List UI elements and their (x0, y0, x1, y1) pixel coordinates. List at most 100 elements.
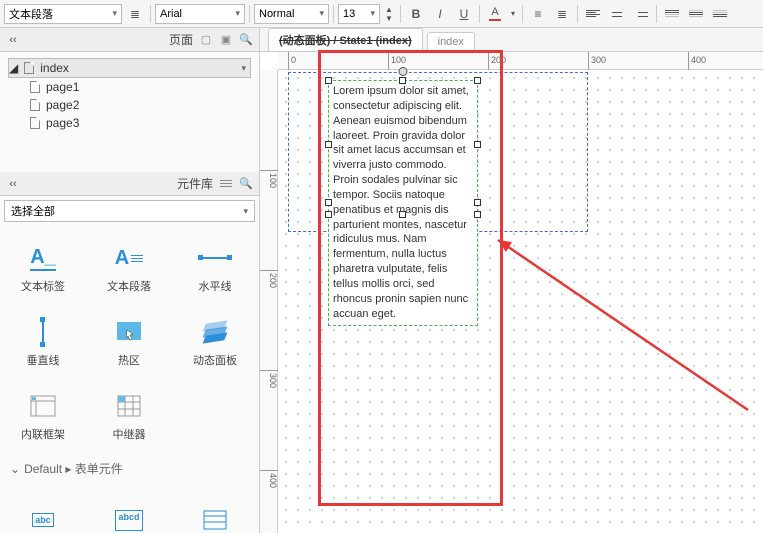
page-icon (30, 117, 40, 129)
ruler-tick: 200 (488, 52, 506, 70)
page-label: page1 (46, 80, 79, 94)
handle-sw[interactable] (325, 211, 332, 218)
pages-panel-title: 页面 (20, 31, 199, 48)
style-select[interactable]: 文本段落 (4, 4, 122, 24)
page-item-index[interactable]: ◢ index (8, 58, 251, 78)
bullet-list-button[interactable]: ≡ (527, 4, 549, 24)
handle-nw[interactable] (325, 77, 332, 84)
canvas-area: (动态面板) / State1 (index) index 0 100 200 … (260, 28, 763, 533)
widget-dynamic-panel[interactable]: 动态面板 (172, 306, 258, 380)
page-icon (30, 81, 40, 93)
text-paragraph-element[interactable]: Lorem ipsum dolor sit amet, consectetur … (328, 80, 478, 326)
valign-middle-button[interactable] (685, 4, 707, 24)
widget-label: 动态面板 (193, 352, 237, 368)
page-label: page2 (46, 98, 79, 112)
ruler-vertical: 100 200 300 400 (260, 70, 278, 533)
widget-vertical-line[interactable]: 垂直线 (0, 306, 86, 380)
handle-w2[interactable] (325, 141, 332, 148)
ruler-tick: 0 (288, 52, 296, 70)
align-right-button[interactable] (630, 4, 652, 24)
widget-list: A_文本标签 A文本段落 水平线 垂直线 热区 动态面板 内联框架 中继器 ⌄ D… (0, 226, 259, 533)
italic-button[interactable]: I (429, 4, 451, 24)
text-color-button[interactable]: A (484, 4, 506, 24)
font-size-select[interactable]: 13 (338, 4, 380, 24)
align-center-button[interactable] (606, 4, 628, 24)
left-sidebar: ‹‹ 页面 ▢ ▣ 🔍 ◢ index page1 page2 page3 ‹‹ … (0, 28, 260, 533)
widget-label: 内联框架 (21, 426, 65, 442)
tab-bar: (动态面板) / State1 (index) index (260, 28, 763, 52)
widget-empty (172, 380, 258, 454)
ruler-tick: 200 (260, 270, 278, 288)
text-color-dropdown-icon[interactable]: ▾ (508, 4, 518, 24)
category-header[interactable]: ⌄ Default ▸ 表单元件 (0, 454, 259, 483)
menu-icon[interactable] (219, 177, 233, 191)
size-up-icon[interactable]: ▲▼ (382, 4, 396, 24)
handle-se[interactable] (474, 211, 481, 218)
widget-label: 热区 (118, 352, 140, 368)
widget-repeater[interactable]: 中继器 (86, 380, 172, 454)
tab-active[interactable]: (动态面板) / State1 (index) (268, 28, 423, 51)
widget-label: 文本标签 (21, 278, 65, 294)
underline-button[interactable]: U (453, 4, 475, 24)
font-select[interactable]: Arial (155, 4, 245, 24)
valign-bottom-button[interactable] (709, 4, 731, 24)
page-label: page3 (46, 116, 79, 130)
collapse-icon[interactable]: ‹‹ (6, 177, 20, 191)
category-label: Default ▸ 表单元件 (24, 460, 123, 477)
widget-text-paragraph[interactable]: A文本段落 (86, 232, 172, 306)
unknown-tool-icon[interactable]: ≣ (124, 4, 146, 24)
page-label: index (40, 61, 69, 75)
number-list-button[interactable]: ≣ (551, 4, 573, 24)
library-panel-header: ‹‹ 元件库 🔍 (0, 172, 259, 196)
chevron-down-icon: ⌄ (10, 462, 20, 476)
collapse-icon[interactable]: ‹‹ (6, 33, 20, 47)
page-icon (24, 62, 34, 74)
handle-s[interactable] (399, 211, 406, 218)
canvas-stage[interactable]: Lorem ipsum dolor sit amet, consectetur … (278, 70, 763, 533)
font-weight-select[interactable]: Normal (254, 4, 329, 24)
bold-button[interactable]: B (405, 4, 427, 24)
handle-e[interactable] (474, 199, 481, 206)
expander-icon[interactable]: ◢ (9, 61, 18, 75)
search-library-icon[interactable]: 🔍 (239, 177, 253, 191)
widget-horizontal-line[interactable]: 水平线 (172, 232, 258, 306)
library-select[interactable]: 选择全部 (4, 200, 255, 222)
ruler-tick: 400 (260, 470, 278, 488)
widget-iframe[interactable]: 内联框架 (0, 380, 86, 454)
add-page-icon[interactable]: ▢ (199, 33, 213, 47)
valign-top-button[interactable] (661, 4, 683, 24)
page-item-page2[interactable]: page2 (8, 96, 251, 114)
widget-label: 垂直线 (27, 352, 60, 368)
add-folder-icon[interactable]: ▣ (219, 33, 233, 47)
ruler-tick: 300 (260, 370, 278, 388)
page-item-page1[interactable]: page1 (8, 78, 251, 96)
text-content[interactable]: Lorem ipsum dolor sit amet, consectetur … (329, 81, 477, 325)
page-icon (30, 99, 40, 111)
ruler-horizontal: 0 100 200 300 400 (278, 52, 763, 70)
ruler-tick: 400 (688, 52, 706, 70)
tab-index[interactable]: index (427, 32, 475, 51)
handle-n[interactable] (399, 77, 406, 84)
top-toolbar: 文本段落 ≣ Arial Normal 13 ▲▼ B I U A ▾ ≡ ≣ (0, 0, 763, 28)
library-panel-title: 元件库 (20, 175, 219, 192)
rotation-handle[interactable] (399, 67, 408, 76)
page-item-page3[interactable]: page3 (8, 114, 251, 132)
widget-label: 文本段落 (107, 278, 151, 294)
align-left-button[interactable] (582, 4, 604, 24)
widget-label: 水平线 (199, 278, 232, 294)
page-tree: ◢ index page1 page2 page3 (0, 52, 259, 172)
handle-e2[interactable] (474, 141, 481, 148)
widget-table[interactable] (172, 483, 258, 533)
widget-textfield[interactable]: abc (0, 483, 86, 533)
search-pages-icon[interactable]: 🔍 (239, 33, 253, 47)
widget-textarea[interactable]: abcd (86, 483, 172, 533)
widget-label: 中继器 (113, 426, 146, 442)
pages-panel-header: ‹‹ 页面 ▢ ▣ 🔍 (0, 28, 259, 52)
annotation-arrow (478, 220, 758, 420)
widget-text-label[interactable]: A_文本标签 (0, 232, 86, 306)
handle-ne[interactable] (474, 77, 481, 84)
handle-w[interactable] (325, 199, 332, 206)
ruler-tick: 100 (260, 170, 278, 188)
widget-hotspot[interactable]: 热区 (86, 306, 172, 380)
ruler-tick: 300 (588, 52, 606, 70)
